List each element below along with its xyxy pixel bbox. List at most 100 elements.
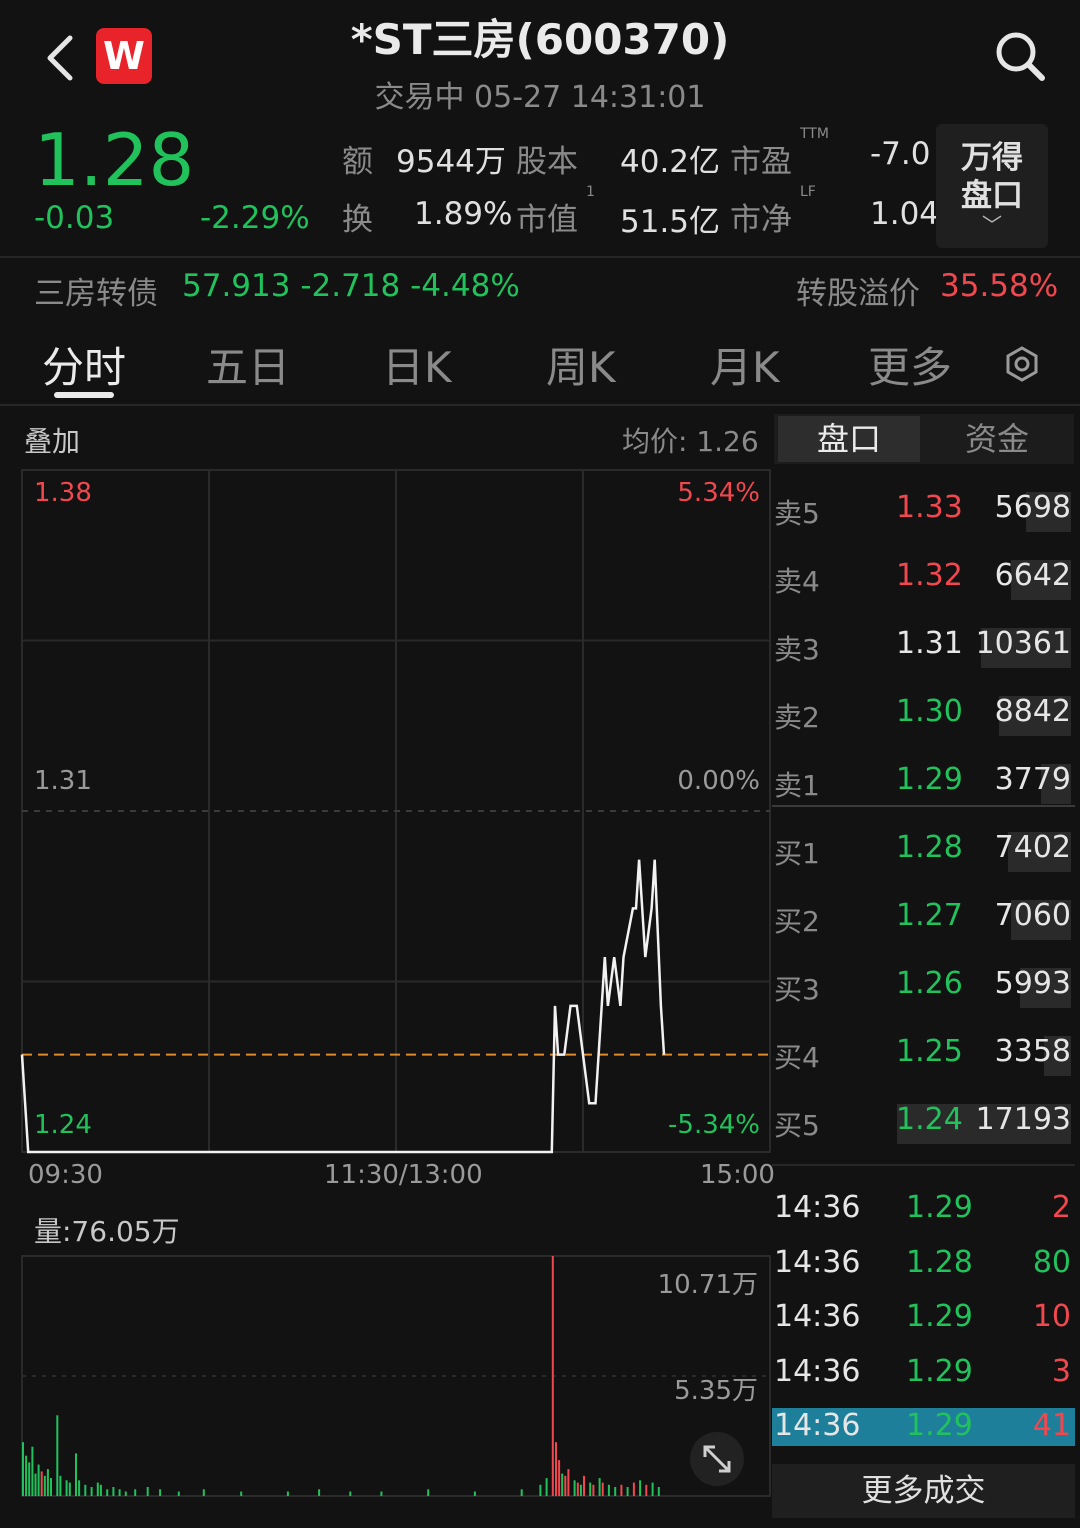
wind-orderbook-button[interactable]: 万得 盘口 ﹀ xyxy=(936,124,1048,248)
volume-bar xyxy=(579,1484,582,1496)
volume-bar xyxy=(614,1487,617,1496)
volume-bar xyxy=(567,1469,570,1496)
bid-row[interactable]: 买3 1.26 5993 xyxy=(772,966,1075,1010)
pe-sup: TTM xyxy=(800,126,829,142)
volume-bar xyxy=(124,1491,127,1496)
volume-bar xyxy=(106,1489,109,1496)
expand-icon[interactable] xyxy=(690,1432,744,1486)
tab-orderbook[interactable]: 盘口 xyxy=(778,416,920,462)
tab-intraday[interactable]: 分时 xyxy=(42,334,126,395)
search-icon[interactable] xyxy=(992,28,1048,84)
volume-bar xyxy=(545,1478,548,1496)
order-price: 1.30 xyxy=(896,694,963,729)
pct-top-label: 5.34% xyxy=(677,478,760,508)
ask-row[interactable]: 卖5 1.33 5698 xyxy=(772,490,1075,534)
tab-weekly-k[interactable]: 周K xyxy=(546,334,616,395)
tab-more[interactable]: 更多 xyxy=(868,334,952,395)
order-volume: 10361 xyxy=(975,626,1071,661)
ask-row[interactable]: 卖3 1.31 10361 xyxy=(772,626,1075,670)
bid-row[interactable]: 买4 1.25 3358 xyxy=(772,1034,1075,1078)
order-volume: 8842 xyxy=(994,694,1071,729)
trade-volume: 41 xyxy=(1032,1408,1071,1443)
premium-label: 转股溢价 xyxy=(796,276,920,312)
order-volume: 7060 xyxy=(994,898,1071,933)
turnover-value: 1.89% xyxy=(414,196,513,232)
trade-volume: 10 xyxy=(1032,1299,1071,1334)
trading-status: 交易中 05-27 14:31:01 xyxy=(374,80,706,115)
ask-row[interactable]: 卖4 1.32 6642 xyxy=(772,558,1075,602)
volume-bar xyxy=(84,1484,87,1496)
tab-funds[interactable]: 资金 xyxy=(926,416,1068,462)
order-volume: 17193 xyxy=(975,1102,1071,1137)
divider xyxy=(0,404,1080,406)
volume-bar xyxy=(78,1480,81,1496)
volume-bar xyxy=(25,1455,28,1496)
intraday-price-chart[interactable] xyxy=(0,460,772,1170)
price-bottom-label: 1.24 xyxy=(34,1110,92,1140)
stock-title: *ST三房(600370) xyxy=(350,15,730,64)
volume-bar xyxy=(573,1480,576,1496)
volume-bar xyxy=(31,1446,34,1496)
volume-bar xyxy=(589,1482,592,1496)
volume-bar xyxy=(626,1487,629,1496)
volume-chart[interactable] xyxy=(0,1240,772,1520)
share-cap-label: 股本 xyxy=(516,144,578,180)
trade-time: 14:36 xyxy=(774,1299,861,1334)
pb-label: 市净 xyxy=(730,202,792,238)
bid-row[interactable]: 买5 1.24 17193 xyxy=(772,1102,1075,1146)
trade-price: 1.29 xyxy=(906,1190,973,1225)
trade-row: 14:36 1.29 10 xyxy=(772,1299,1075,1339)
trade-price: 1.28 xyxy=(906,1244,973,1280)
avg-price: 均价: 1.26 xyxy=(622,425,759,458)
bond-name[interactable]: 三房转债 xyxy=(34,268,158,313)
chevron-down-icon: ﹀ xyxy=(982,213,1002,237)
bid-row[interactable]: 买1 1.28 7402 xyxy=(772,830,1075,874)
volume-bar xyxy=(40,1471,43,1496)
volume-bar xyxy=(427,1489,430,1496)
pct-bottom-label: -5.34% xyxy=(668,1110,760,1140)
order-price: 1.31 xyxy=(896,626,963,661)
order-volume: 6642 xyxy=(994,558,1071,593)
order-level-label: 卖4 xyxy=(774,565,820,598)
bid-row[interactable]: 买2 1.27 7060 xyxy=(772,898,1075,942)
volume-bar xyxy=(620,1484,623,1496)
ask-row[interactable]: 卖1 1.29 3779 xyxy=(772,762,1075,806)
wdpk-line2: 盘口 xyxy=(961,178,1023,214)
order-volume: 5993 xyxy=(994,966,1071,1001)
tab-5day[interactable]: 五日 xyxy=(206,334,290,395)
volume-bar xyxy=(555,1442,557,1496)
volume-bar xyxy=(68,1482,71,1496)
volume-bar xyxy=(657,1487,660,1496)
price-line xyxy=(20,859,666,1154)
tab-monthly-k[interactable]: 月K xyxy=(710,334,780,395)
settings-icon[interactable] xyxy=(1004,346,1040,382)
order-price: 1.24 xyxy=(896,1102,963,1137)
order-volume: 3779 xyxy=(994,762,1071,797)
volume-bar xyxy=(46,1469,49,1496)
volume-bar xyxy=(639,1480,642,1496)
tab-daily-k[interactable]: 日K xyxy=(382,334,452,395)
volume-max-label: 10.71万 xyxy=(657,1270,758,1300)
bond-values: 57.913 -2.718 -4.48% xyxy=(182,268,520,304)
trade-row: 14:36 1.29 3 xyxy=(772,1354,1075,1394)
volume-bar xyxy=(286,1491,289,1496)
trade-time: 14:36 xyxy=(774,1190,861,1225)
volume-bar xyxy=(159,1489,162,1496)
trade-time: 14:36 xyxy=(774,1244,861,1280)
volume-bar xyxy=(551,1256,554,1496)
ask-row[interactable]: 卖2 1.30 8842 xyxy=(772,694,1075,738)
volume-bar xyxy=(318,1489,321,1496)
tab-underline xyxy=(54,392,114,398)
volume-bar xyxy=(134,1489,137,1496)
overlay-button[interactable]: 叠加 xyxy=(24,420,80,460)
volume-bar xyxy=(90,1487,93,1496)
order-price: 1.25 xyxy=(896,1034,963,1069)
volume-bar xyxy=(598,1478,601,1496)
volume-bar xyxy=(473,1491,476,1496)
order-level-label: 卖2 xyxy=(774,701,820,734)
more-trades-button[interactable]: 更多成交 xyxy=(772,1464,1075,1518)
volume-bar xyxy=(202,1489,205,1496)
orderbook-divider xyxy=(772,805,1075,807)
volume-bar xyxy=(564,1475,567,1496)
trade-time: 14:36 xyxy=(774,1353,861,1389)
